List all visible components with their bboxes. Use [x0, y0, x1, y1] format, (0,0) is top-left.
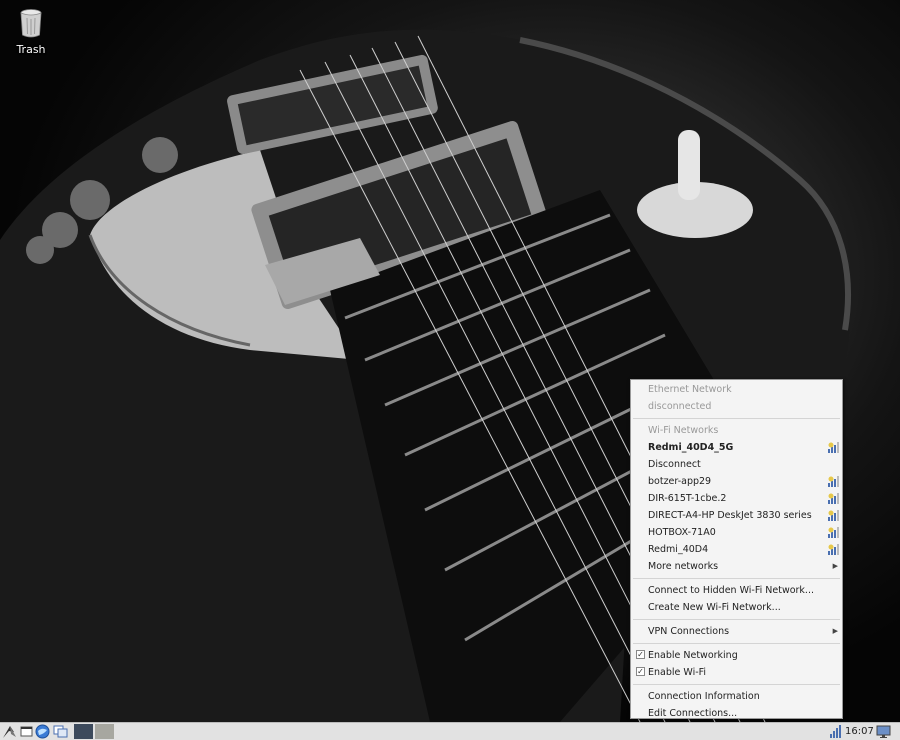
wifi-network-connected[interactable]: Redmi_40D4_5G — [631, 439, 842, 456]
network-name: Redmi_40D4_5G — [648, 442, 734, 453]
trash-icon — [20, 9, 42, 38]
connect-hidden-network-item[interactable]: Connect to Hidden Wi-Fi Network... — [631, 582, 842, 599]
wifi-network-item[interactable]: DIRECT-A4-HP DeskJet 3830 series — [631, 507, 842, 524]
workspace-2[interactable] — [95, 724, 114, 739]
ethernet-status: disconnected — [648, 401, 712, 412]
network-signal-icon[interactable] — [828, 724, 843, 739]
wifi-network-item[interactable]: botzer-app29 — [631, 473, 842, 490]
submenu-arrow-icon: ▶ — [832, 627, 838, 635]
window-switcher-icon[interactable] — [53, 724, 68, 739]
edit-connections-item[interactable]: Edit Connections... — [631, 705, 842, 722]
taskbar: 16:07 — [0, 722, 900, 740]
create-new-network-item[interactable]: Create New Wi-Fi Network... — [631, 599, 842, 616]
wifi-signal-icon — [828, 510, 839, 521]
disconnect-item[interactable]: Disconnect — [631, 456, 842, 473]
network-name: HOTBOX-71A0 — [648, 527, 716, 538]
workspace-1[interactable] — [74, 724, 93, 739]
network-name: DIR-615T-1cbe.2 — [648, 493, 727, 504]
wifi-signal-icon — [828, 493, 839, 504]
wifi-network-item[interactable]: HOTBOX-71A0 — [631, 524, 842, 541]
monitor-icon[interactable] — [876, 724, 891, 739]
desktop-icon-label: Trash — [16, 43, 46, 56]
wifi-header: Wi-Fi Networks — [648, 425, 719, 436]
network-name: DIRECT-A4-HP DeskJet 3830 series — [648, 510, 812, 521]
desktop: Trash Ethernet Network disconnected Wi-F… — [0, 0, 900, 722]
enable-networking-checkbox[interactable]: ✓ — [636, 650, 645, 659]
vpn-label: VPN Connections — [648, 626, 730, 637]
wifi-network-item[interactable]: DIR-615T-1cbe.2 — [631, 490, 842, 507]
enable-networking-toggle[interactable]: ✓ Enable Networking — [631, 647, 842, 664]
menu-separator — [633, 684, 840, 685]
desktop-icon-trash[interactable]: Trash — [10, 8, 52, 56]
more-networks-submenu[interactable]: More networks ▶ — [631, 558, 842, 575]
wifi-signal-icon — [828, 442, 839, 453]
menu-separator — [633, 418, 840, 419]
menu-separator — [633, 643, 840, 644]
wifi-network-item[interactable]: Redmi_40D4 — [631, 541, 842, 558]
wifi-signal-icon — [828, 544, 839, 555]
network-name: Redmi_40D4 — [648, 544, 709, 555]
start-menu-icon[interactable] — [2, 724, 17, 739]
enable-wifi-checkbox[interactable]: ✓ — [636, 667, 645, 676]
ethernet-header: Ethernet Network — [648, 384, 732, 395]
wifi-signal-icon — [828, 527, 839, 538]
connection-information-item[interactable]: Connection Information — [631, 688, 842, 705]
browser-icon[interactable] — [35, 724, 50, 739]
wifi-signal-icon — [828, 476, 839, 487]
menu-separator — [633, 619, 840, 620]
enable-wifi-toggle[interactable]: ✓ Enable Wi-Fi — [631, 664, 842, 681]
network-menu: Ethernet Network disconnected Wi-Fi Netw… — [630, 379, 843, 719]
menu-separator — [633, 578, 840, 579]
enable-networking-label: Enable Networking — [648, 650, 738, 661]
clock[interactable]: 16:07 — [845, 724, 874, 739]
network-name: botzer-app29 — [648, 476, 712, 487]
vpn-connections-submenu[interactable]: VPN Connections ▶ — [631, 623, 842, 640]
enable-wifi-label: Enable Wi-Fi — [648, 667, 707, 678]
show-desktop-icon[interactable] — [19, 724, 34, 739]
more-networks-label: More networks — [648, 561, 719, 572]
submenu-arrow-icon: ▶ — [832, 562, 838, 570]
